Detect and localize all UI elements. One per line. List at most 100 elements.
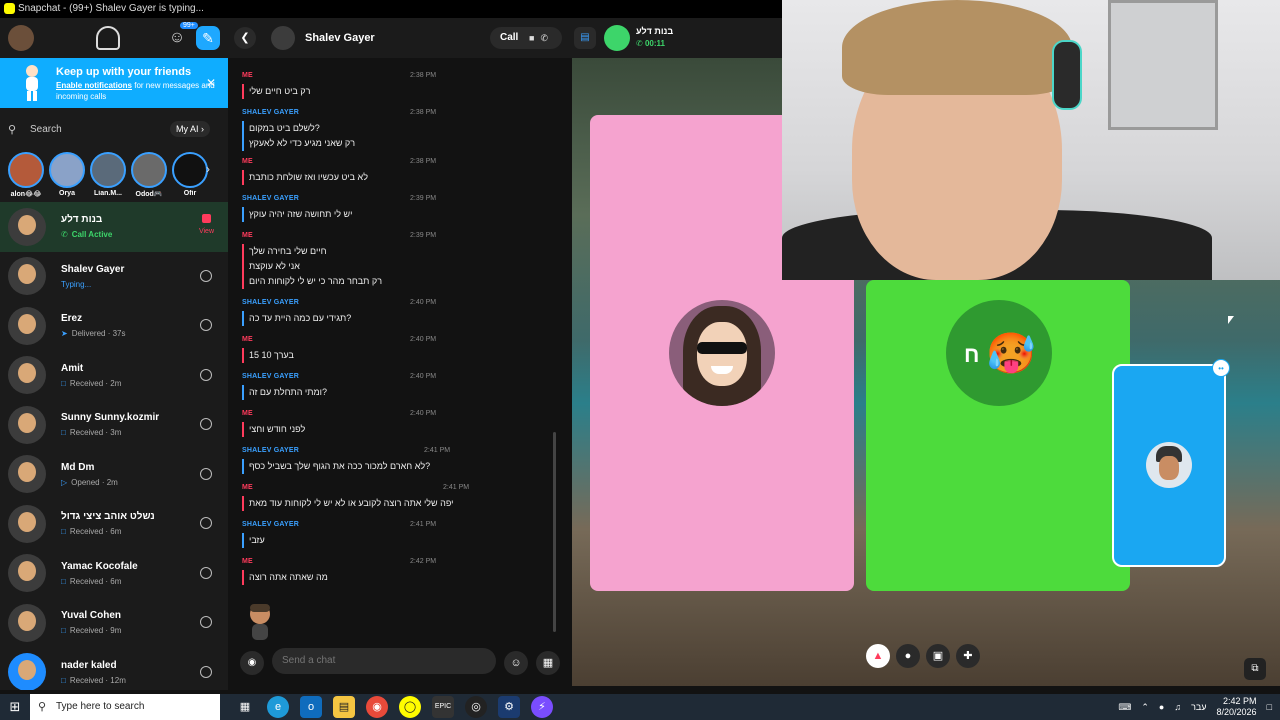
window-title: Snapchat - (99+) Shalev Gayer is typing.… [18, 3, 204, 14]
chat-item-hebrew-contact[interactable]: נשלט אוהב ציצי גדול □ Received · 6m [0, 499, 228, 549]
profile-avatar[interactable] [8, 25, 34, 51]
story-item[interactable]: Odod🎮 [131, 152, 167, 202]
message-item[interactable]: ME 2:41 PM יפה שלי אתה רוצה לקובע או לא יש… [234, 484, 554, 511]
message-line: רק ביט חיים שלי [249, 86, 311, 96]
message-item[interactable]: ME 2:40 PM בערך 10 15 [234, 336, 554, 363]
chat-item-md-dm[interactable]: Md Dm ▷ Opened · 2m [0, 450, 228, 500]
message-item[interactable]: SHALEV GAYER 2:41 PM לא חארם למכור ככה את … [234, 447, 554, 474]
back-button[interactable]: ❮ [234, 27, 256, 49]
camera-icon[interactable] [200, 467, 212, 480]
message-item[interactable]: SHALEV GAYER 2:38 PM לשלם ביט במקום? רק שאנ… [234, 109, 554, 151]
message-item[interactable]: SHALEV GAYER 2:40 PM ומתי התחלת עם זה? [234, 373, 554, 400]
outlook-icon[interactable]: o [300, 696, 322, 718]
message-line: לא חארם למכור ככה את הגוף שלך בשביל כסף? [249, 461, 431, 471]
chat-name: Sunny Sunny.kozmir [61, 412, 160, 424]
search-input[interactable]: Search [30, 124, 62, 135]
chat-item-yamac[interactable]: Yamac Kocofale □ Received · 6m [0, 549, 228, 599]
camera-icon[interactable] [200, 517, 212, 529]
message-timestamp: 2:41 PM [443, 484, 470, 491]
group-call-avatar[interactable] [604, 25, 630, 51]
enable-notifications-link[interactable]: Enable notifications [56, 81, 132, 90]
camera-icon[interactable] [200, 665, 212, 678]
message-item[interactable]: SHALEV GAYER 2:39 PM יש לי תחושה שזה יהיה … [234, 195, 554, 222]
camera-icon[interactable] [200, 566, 212, 579]
story-item[interactable]: alon😂😂 [8, 152, 44, 202]
chevron-right-icon[interactable]: › [206, 162, 210, 176]
windows-taskbar: ⊞ ⚲ Type here to search ▦ e o ▤ ◉ ◯ EPIC… [0, 694, 1280, 720]
new-chat-button[interactable]: ✎ [196, 26, 220, 50]
camera-icon[interactable] [200, 368, 212, 381]
add-friend-icon[interactable]: ☺ [166, 27, 188, 49]
message-body: בערך 10 15 [242, 348, 554, 363]
wifi-icon[interactable]: ● [1159, 702, 1164, 712]
camera-icon[interactable] [200, 418, 212, 430]
steam-icon[interactable]: ⚙ [498, 696, 520, 718]
task-view-icon[interactable]: ▦ [234, 696, 256, 718]
chat-input[interactable] [272, 648, 496, 674]
chat-item-yuval-cohen[interactable]: Yuval Cohen □ Received · 9m [0, 598, 228, 648]
sticker-button[interactable]: ▦ [536, 651, 560, 675]
emoji-button[interactable]: ☺ [504, 651, 528, 675]
file-explorer-icon[interactable]: ▤ [333, 696, 355, 718]
message-item[interactable]: ME 2:38 PM לא ביט עכשיו ואז שולחת כותבת [234, 158, 554, 185]
message-item[interactable]: ME 2:42 PM מה שאתה אתה רוצה [234, 558, 554, 585]
story-item[interactable]: Ofir [172, 152, 208, 202]
view-call-button[interactable]: View [199, 214, 214, 235]
notifications-icon[interactable]: □ [1267, 702, 1272, 712]
call-button[interactable]: Call ■✆ [490, 27, 562, 49]
message-scrollbar[interactable] [553, 432, 556, 632]
chevron-up-icon[interactable]: ⌃ [1141, 702, 1149, 713]
chat-item-erez[interactable]: Erez ➤ Delivered · 37s [0, 301, 228, 351]
snapchat-taskbar-icon[interactable]: ◯ [399, 696, 421, 718]
story-name: Ofir [183, 190, 197, 197]
chat-item-shalev-gayer[interactable]: Shalev Gayer Typing... [0, 252, 228, 302]
taskbar-search-input[interactable]: ⚲ Type here to search [30, 694, 220, 720]
mouse-cursor-icon [1228, 316, 1234, 324]
close-icon[interactable]: ✕ [206, 76, 216, 90]
add-participant-button[interactable]: ✚ [956, 644, 980, 668]
keyboard-icon[interactable]: ⌨ [1118, 702, 1131, 713]
story-name: Orya [59, 190, 75, 197]
message-item[interactable]: SHALEV GAYER 2:41 PM עזבי [234, 521, 554, 548]
chat-item-amit[interactable]: Amit □ Received · 2m [0, 351, 228, 401]
share-screen-button[interactable]: ▣ [926, 644, 950, 668]
language-indicator[interactable]: עבר [1191, 702, 1206, 712]
search-bar[interactable]: ⚲ Search My AI › [8, 118, 220, 140]
message-list[interactable]: ME 2:38 PM רק ביט חיים שלי SHALEV GAYER 2:38… [234, 58, 564, 640]
camera-off-button[interactable]: ▲ [866, 644, 890, 668]
message-item[interactable]: SHALEV GAYER 2:40 PM תגידי עם כמה היית עד … [234, 299, 554, 326]
chat-item-nader-kaled[interactable]: nader kaled □ Received · 12m [0, 648, 228, 690]
camera-icon[interactable] [200, 269, 212, 282]
chat-name: nader kaled [61, 659, 117, 671]
windows-start-icon[interactable]: ⊞ [0, 699, 30, 715]
chrome-icon[interactable]: ◉ [366, 696, 388, 718]
chat-avatar [8, 554, 46, 593]
story-item[interactable]: Lian.M... [90, 152, 126, 202]
conversation-avatar[interactable] [271, 26, 295, 50]
message-item[interactable]: ME 2:39 PM חיים שלי בחירה שלך אני לא עוקצת ר… [234, 232, 554, 289]
message-body: לא ביט עכשיו ואז שולחת כותבת [242, 170, 554, 185]
message-item[interactable]: ME 2:38 PM רק ביט חיים שלי [234, 72, 554, 99]
camera-button[interactable]: ◉ [240, 651, 264, 675]
microphone-button[interactable]: ● [896, 644, 920, 668]
message-item[interactable]: ME 2:40 PM לפני חודש וחצי [234, 410, 554, 437]
share-screen-icon[interactable]: ▤ [574, 27, 596, 49]
edge-icon[interactable]: e [267, 696, 289, 718]
obs-icon[interactable]: ◎ [465, 696, 487, 718]
message-line: בערך 10 15 [249, 350, 294, 360]
epic-games-icon[interactable]: EPIC [432, 696, 454, 718]
story-item[interactable]: Orya [49, 152, 85, 202]
chat-avatar [8, 257, 46, 296]
camera-icon[interactable] [200, 616, 212, 628]
my-ai-button[interactable]: My AI › [169, 121, 210, 137]
camera-icon[interactable] [200, 319, 212, 331]
messenger-icon[interactable]: ⚡ [531, 696, 553, 718]
chat-item-sunny[interactable]: Sunny Sunny.kozmir □ Received · 3m [0, 400, 228, 450]
volume-icon[interactable]: ♫ [1174, 702, 1181, 712]
expand-icon[interactable]: ⧉ [1244, 658, 1266, 680]
message-sender: SHALEV GAYER [242, 373, 299, 380]
chat-item-group-call[interactable]: בנות דלע ✆ Call Active View [0, 202, 228, 252]
taskbar-clock[interactable]: 2:42 PM 8/20/2026 [1217, 696, 1257, 718]
webcam-background-door [1108, 0, 1218, 130]
chat-avatar [8, 653, 46, 690]
